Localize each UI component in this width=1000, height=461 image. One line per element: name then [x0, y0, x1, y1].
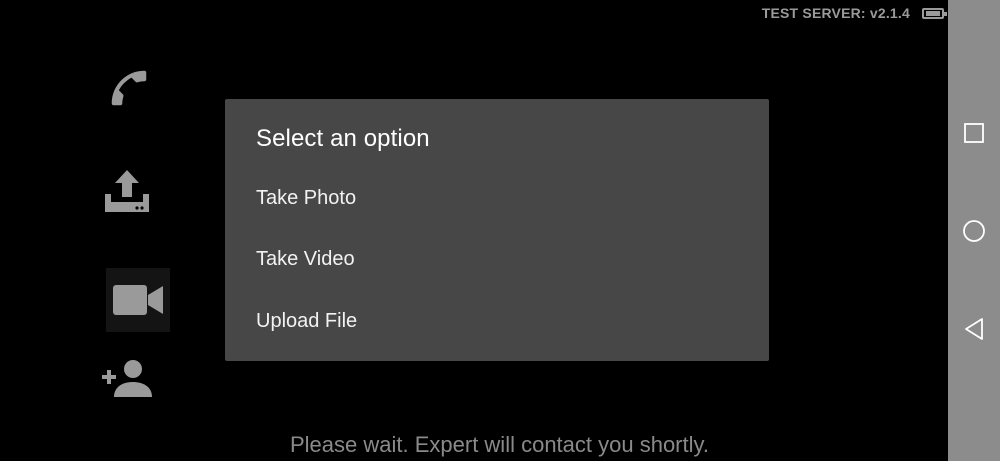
app-screen: TEST SERVER: v2.1.4 Select an option Tak…	[0, 0, 1000, 461]
wait-message: Please wait. Expert will contact you sho…	[290, 432, 709, 457]
back-button[interactable]	[960, 315, 988, 343]
upload-file-option[interactable]: Upload File	[225, 297, 769, 345]
upload-icon	[105, 170, 149, 212]
back-icon	[965, 318, 983, 340]
home-icon	[963, 220, 985, 242]
call-button[interactable]	[104, 62, 154, 114]
option-label: Take Photo	[256, 186, 357, 209]
take-photo-option[interactable]: Take Photo	[225, 174, 769, 222]
select-option-dialog: Select an option Take Photo Take Video U…	[225, 99, 769, 361]
recents-button[interactable]	[960, 119, 988, 147]
video-button[interactable]	[106, 268, 170, 332]
recents-icon	[964, 123, 984, 143]
status-line: TEST SERVER: v2.1.4	[761, 3, 947, 23]
add-participant-button[interactable]	[100, 356, 154, 400]
take-video-option[interactable]: Take Video	[225, 235, 769, 283]
navigation-bar	[948, 0, 1000, 461]
battery-icon	[922, 7, 947, 19]
option-label: Upload File	[256, 309, 358, 332]
phone-icon	[111, 70, 147, 106]
home-button[interactable]	[960, 217, 988, 245]
option-label: Take Video	[256, 247, 355, 270]
upload-button[interactable]	[102, 168, 152, 216]
dialog-title: Select an option	[256, 125, 430, 152]
add-person-icon	[102, 360, 152, 397]
video-camera-icon	[113, 285, 163, 315]
server-label: TEST SERVER: v2.1.4	[761, 5, 910, 21]
